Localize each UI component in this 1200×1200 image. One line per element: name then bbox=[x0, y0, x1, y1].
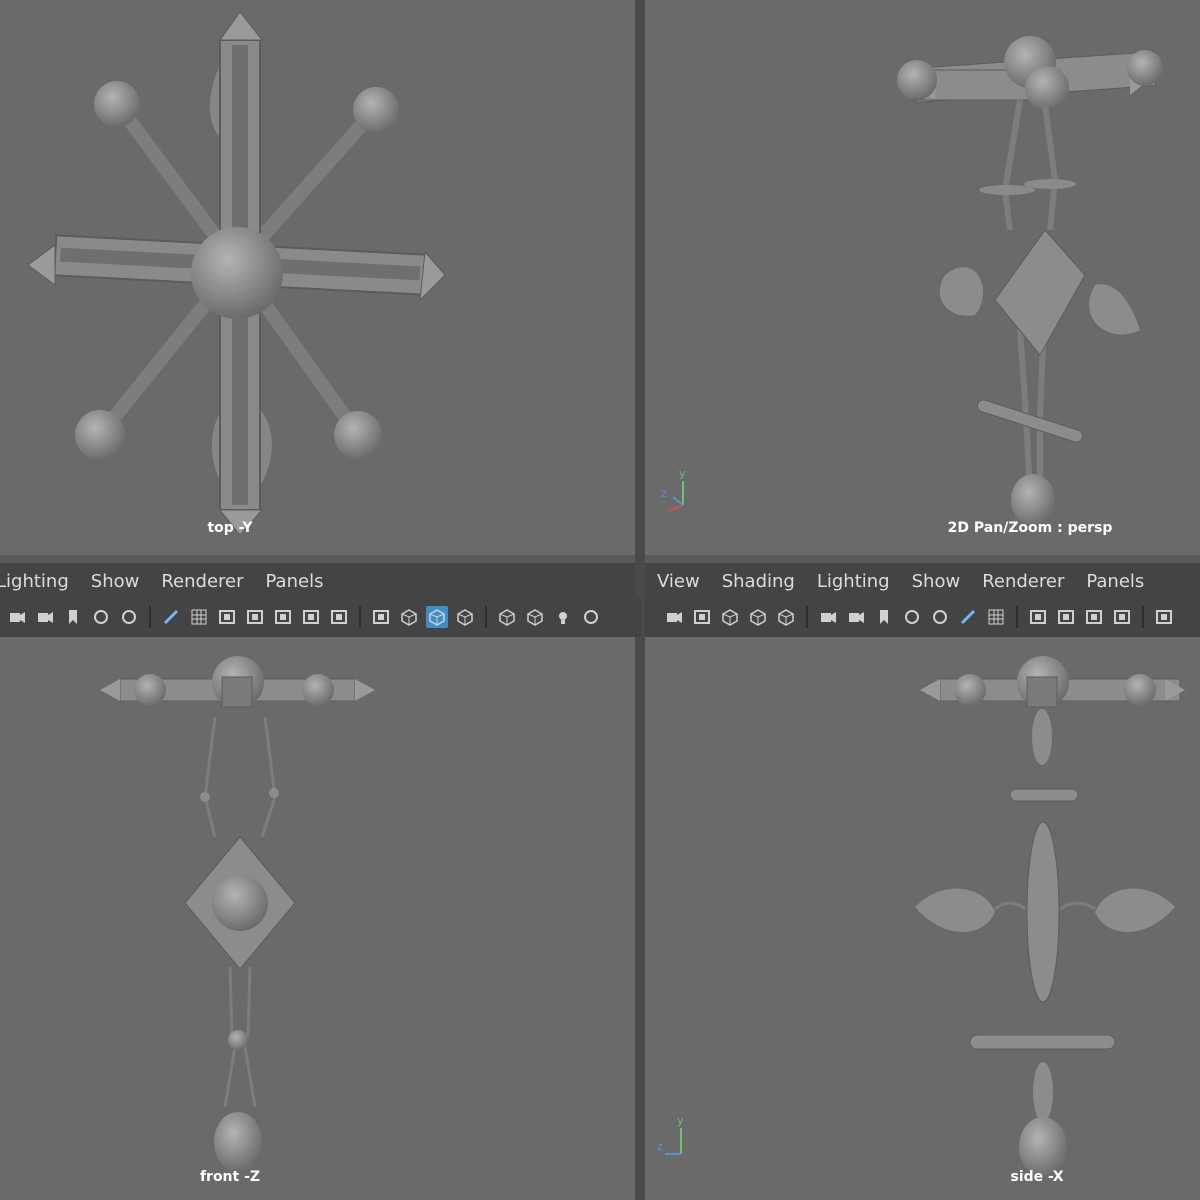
field-chart-icon[interactable] bbox=[1111, 606, 1133, 628]
wireframe-on-shaded-icon[interactable] bbox=[496, 606, 518, 628]
grid-icon[interactable] bbox=[188, 606, 210, 628]
viewport-persp[interactable]: y z 2D Pan/Zoom : persp bbox=[645, 0, 1200, 555]
textured-icon[interactable] bbox=[524, 606, 546, 628]
camera-attributes-icon[interactable] bbox=[34, 606, 56, 628]
persp-view-model bbox=[897, 36, 1163, 526]
wireframe-icon[interactable] bbox=[398, 606, 420, 628]
axis-gizmo: y z bbox=[659, 465, 699, 515]
image-plane-icon[interactable] bbox=[901, 606, 923, 628]
camera-label: top -Y bbox=[207, 520, 253, 536]
toolbar-separator bbox=[1142, 606, 1144, 628]
toolbar-separator bbox=[485, 606, 487, 628]
shadows-icon[interactable] bbox=[580, 606, 602, 628]
right-panel-toolbar bbox=[645, 597, 1200, 637]
xray-icon[interactable] bbox=[747, 606, 769, 628]
axis-gizmo: y z bbox=[655, 1112, 695, 1162]
left-panel-menubar: Lighting Show Renderer Panels bbox=[0, 563, 635, 599]
film-gate-icon[interactable] bbox=[216, 606, 238, 628]
resolution-gate-icon[interactable] bbox=[244, 606, 266, 628]
camera-icon[interactable] bbox=[6, 606, 28, 628]
menu-show[interactable]: Show bbox=[912, 571, 961, 592]
film-gate-icon[interactable] bbox=[691, 606, 713, 628]
xray-joints-icon[interactable] bbox=[775, 606, 797, 628]
viewport-side[interactable]: y z side -X bbox=[645, 637, 1200, 1200]
camera-label: side -X bbox=[1010, 1169, 1064, 1185]
isolate-icon[interactable] bbox=[719, 606, 741, 628]
menu-renderer[interactable]: Renderer bbox=[161, 571, 243, 592]
axis-z-label: z bbox=[657, 1140, 663, 1153]
image-plane-icon[interactable] bbox=[90, 606, 112, 628]
resolution-gate-icon[interactable] bbox=[1055, 606, 1077, 628]
menu-shading[interactable]: Shading bbox=[722, 571, 795, 592]
menu-panels[interactable]: Panels bbox=[1086, 571, 1144, 592]
side-view-model bbox=[915, 656, 1185, 1177]
field-chart-icon[interactable] bbox=[300, 606, 322, 628]
camera-label: front -Z bbox=[199, 1169, 261, 1185]
axis-z-label: z bbox=[661, 487, 667, 500]
menu-view[interactable]: View bbox=[657, 571, 700, 592]
viewport-front[interactable]: front -Z bbox=[0, 637, 635, 1200]
camera-label: 2D Pan/Zoom : persp bbox=[947, 520, 1113, 536]
right-panel-menubar: View Shading Lighting Show Renderer Pane… bbox=[645, 563, 1200, 599]
toolbar-separator bbox=[149, 606, 151, 628]
2d-pan-zoom-icon[interactable] bbox=[929, 606, 951, 628]
menu-panels[interactable]: Panels bbox=[266, 571, 324, 592]
toolbar-separator bbox=[806, 606, 808, 628]
grease-pencil-icon[interactable] bbox=[160, 606, 182, 628]
safe-title-icon[interactable] bbox=[370, 606, 392, 628]
bookmark-icon[interactable] bbox=[62, 606, 84, 628]
left-panel-toolbar bbox=[0, 597, 641, 637]
camera-icon[interactable] bbox=[817, 606, 839, 628]
smooth-shade-icon[interactable] bbox=[426, 606, 448, 628]
gate-mask-icon[interactable] bbox=[1083, 606, 1105, 628]
gate-mask-icon[interactable] bbox=[272, 606, 294, 628]
grid-icon[interactable] bbox=[985, 606, 1007, 628]
axis-y-label: y bbox=[679, 467, 686, 480]
2d-pan-zoom-icon[interactable] bbox=[118, 606, 140, 628]
toolbar-separator bbox=[359, 606, 361, 628]
menu-renderer[interactable]: Renderer bbox=[982, 571, 1064, 592]
grease-pencil-icon[interactable] bbox=[957, 606, 979, 628]
safe-action-icon[interactable] bbox=[328, 606, 350, 628]
safe-action-icon[interactable] bbox=[1153, 606, 1175, 628]
axis-y-label: y bbox=[677, 1114, 684, 1127]
top-view-model bbox=[27, 11, 446, 536]
viewport-top[interactable]: top -Y bbox=[0, 0, 635, 555]
lights-icon[interactable] bbox=[552, 606, 574, 628]
menu-show[interactable]: Show bbox=[91, 571, 140, 592]
camera-attributes-icon[interactable] bbox=[845, 606, 867, 628]
use-default-material-icon[interactable] bbox=[454, 606, 476, 628]
select-camera-icon[interactable] bbox=[663, 606, 685, 628]
bookmark-icon[interactable] bbox=[873, 606, 895, 628]
film-gate-icon[interactable] bbox=[1027, 606, 1049, 628]
menu-lighting[interactable]: Lighting bbox=[0, 571, 69, 592]
menu-lighting[interactable]: Lighting bbox=[817, 571, 890, 592]
front-view-model bbox=[100, 656, 375, 1172]
toolbar-separator bbox=[1016, 606, 1018, 628]
